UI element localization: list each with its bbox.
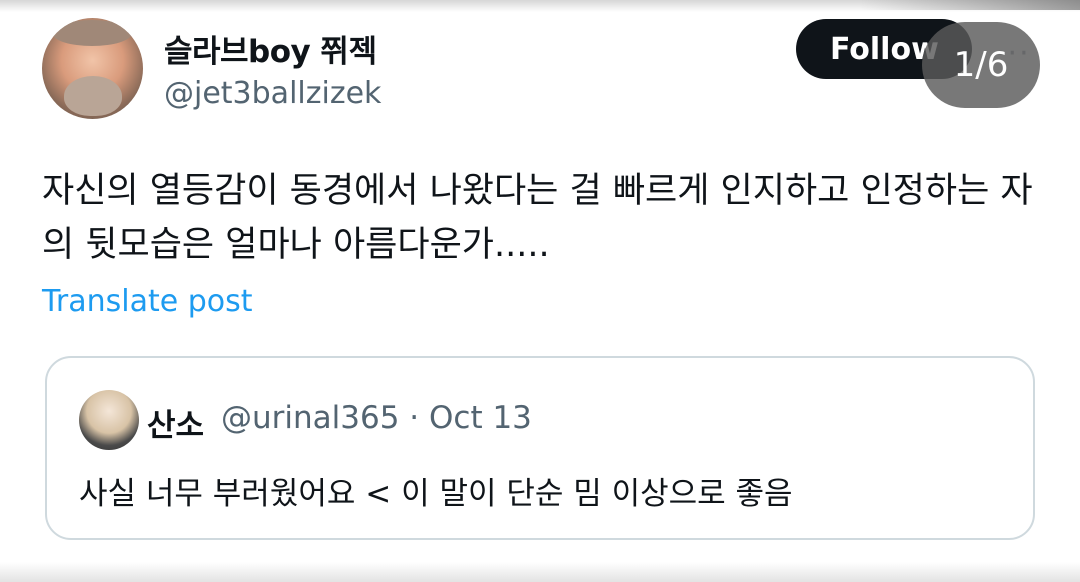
quoted-author-display-name: 산소 [147,408,205,444]
post-body-text: 자신의 열등감이 동경에서 나왔다는 걸 빠르게 인지하고 인정하는 자의 뒷모… [42,171,1033,265]
author-avatar[interactable] [42,18,143,119]
avatar-hair [52,20,132,46]
avatar-beard [64,76,122,116]
quoted-post-card[interactable]: 산소 @urinal365 · Oct 13 사실 너무 부러웠어요 < 이 말… [45,356,1035,540]
image-page-counter: 1/6 [922,22,1040,108]
quoted-author-handle-date: @urinal365 · Oct 13 [221,400,532,436]
translate-post-link[interactable]: Translate post [42,284,253,319]
author-display-name[interactable]: 슬라브boy 쮜젝 [164,26,377,71]
quoted-post-body-text: 사실 너무 부러웠어요 < 이 말이 단순 밈 이상으로 좋음 [79,476,793,512]
top-edge-shadow-dark [860,0,1080,10]
author-handle[interactable]: @jet3ballzizek [164,76,381,111]
quoted-author-avatar[interactable] [79,390,139,450]
bottom-edge-shadow [0,562,1080,582]
